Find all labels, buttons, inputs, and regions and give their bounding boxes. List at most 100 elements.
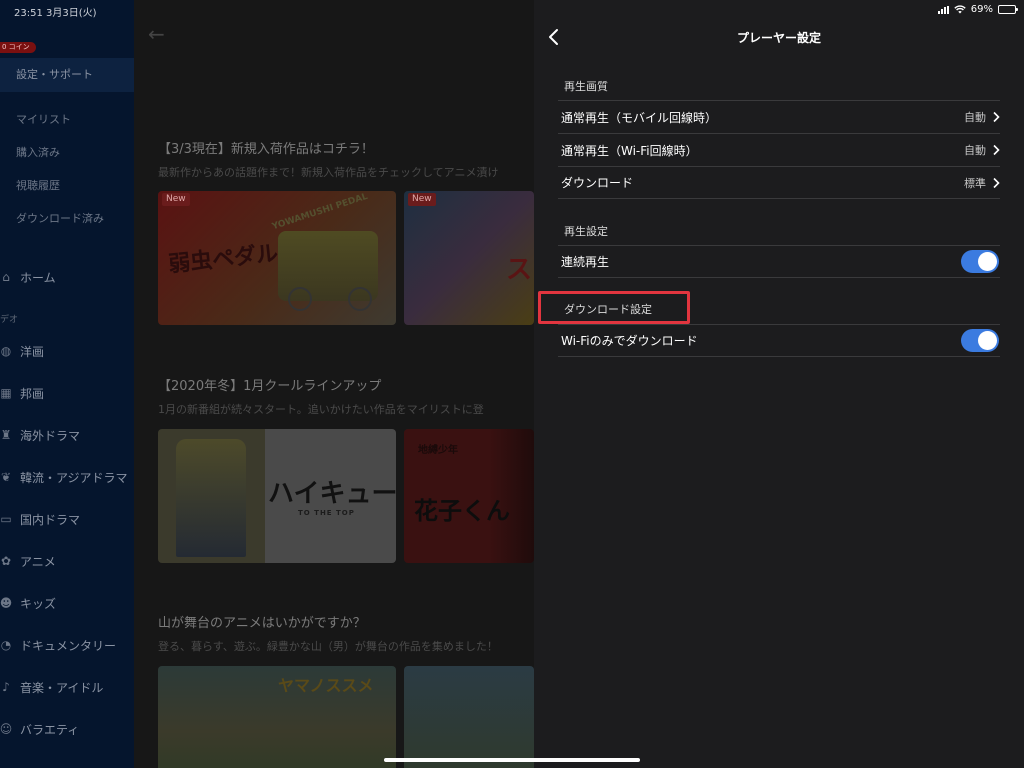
sidebar-item-label: キッズ: [20, 596, 57, 611]
thumbnail-title: 弱虫ペダル: [167, 241, 280, 278]
row-label: 通常再生（Wi-Fi回線時）: [561, 143, 698, 158]
anime-icon: ✿: [0, 554, 12, 568]
bicycle-wheel: [288, 287, 312, 311]
tv-icon: ▭: [0, 512, 12, 526]
sidebar-item-label: 国内ドラマ: [20, 512, 81, 527]
row-value: 自動: [964, 111, 986, 124]
back-arrow-icon[interactable]: ←: [148, 22, 165, 46]
group-label-playback-settings: 再生設定: [564, 225, 608, 238]
section-desc: 1月の新番組が続々スタート。追いかけたい作品をマイリストに登: [158, 403, 484, 416]
section-desc: 登る、暮らす、遊ぶ。緑豊かな山（男）が舞台の作品を集めました！: [158, 640, 498, 653]
setting-row-wifi-only-download: Wi-Fiのみでダウンロード: [558, 324, 1000, 357]
panel-title: プレーヤー設定: [736, 31, 821, 45]
home-icon: ⌂: [2, 270, 10, 284]
toggle-knob: [978, 252, 997, 271]
variety-icon: ☺: [0, 722, 13, 736]
battery-percent: 69%: [970, 4, 993, 15]
chevron-right-icon: [993, 111, 1000, 123]
main-content: ← 【3/3現在】新規入荷作品はコチラ！ 最新作からあの話題作まで！新規入荷作品…: [134, 0, 534, 768]
sidebar-item-kids[interactable]: ☻ キッズ: [0, 588, 134, 618]
sidebar: 23:51 3月3日(火) 0 コイン 設定・サポート マイリスト 購入済み 視…: [0, 0, 134, 768]
cellular-signal-icon: [937, 5, 949, 14]
setting-row-wifi-quality[interactable]: 通常再生（Wi-Fi回線時） 自動: [558, 133, 1000, 166]
row-value: 標準: [964, 176, 986, 190]
sidebar-item-label: 邦画: [20, 386, 45, 401]
thumbnail-card[interactable]: ヤマノススメ: [158, 666, 396, 768]
character-art: [176, 439, 246, 557]
documentary-icon: ◔: [0, 638, 12, 652]
sidebar-item-label: 音楽・アイドル: [20, 680, 104, 695]
sidebar-item-label: ホーム: [20, 270, 56, 285]
chevron-right-icon: [993, 144, 1000, 156]
toggle-knob: [978, 331, 997, 350]
bicycle-wheel: [348, 287, 372, 311]
sidebar-item-purchased[interactable]: 購入済み: [16, 144, 60, 160]
sidebar-item-japanese-movies[interactable]: ▦ 邦画: [0, 378, 134, 408]
sidebar-item-label: 韓流・アジアドラマ: [20, 470, 128, 485]
thumbnail-card[interactable]: New ス: [404, 191, 534, 325]
row-label: Wi-Fiのみでダウンロード: [561, 334, 698, 348]
setting-row-autoplay: 連続再生: [558, 245, 1000, 278]
sidebar-item-label: 洋画: [20, 344, 45, 359]
home-indicator[interactable]: [384, 758, 640, 762]
row-label: ダウンロード: [561, 176, 634, 190]
row-value: 自動: [964, 144, 986, 157]
kids-icon: ☻: [0, 596, 13, 610]
sidebar-item-label: 海外ドラマ: [20, 428, 81, 443]
group-label-playback-quality: 再生画質: [564, 80, 608, 93]
status-time-date: 23:51 3月3日(火): [14, 8, 97, 19]
section-title: 山が舞台のアニメはいかがですか？: [158, 616, 366, 631]
sidebar-item-domestic-drama[interactable]: ▭ 国内ドラマ: [0, 504, 134, 534]
sidebar-item-music-idol[interactable]: ♪ 音楽・アイドル: [0, 672, 134, 702]
status-bar-right: 69%: [937, 4, 1018, 15]
thumbnail-subtitle: 地縛少年: [418, 445, 458, 456]
row-label: 連続再生: [561, 255, 610, 269]
music-icon: ♪: [2, 680, 10, 694]
chevron-right-icon: [993, 177, 1000, 188]
film-icon: ▦: [0, 386, 12, 400]
thumbnail-title: 花子くん: [414, 497, 510, 525]
sidebar-item-home[interactable]: ⌂ ホーム: [0, 262, 134, 292]
screen: 23:51 3月3日(火) 0 コイン 設定・サポート マイリスト 購入済み 視…: [0, 0, 1024, 768]
thumbnail-card[interactable]: 地縛少年 花子くん: [404, 429, 534, 563]
thumbnail-card[interactable]: ハイキュー!! TO THE TOP: [158, 429, 396, 563]
wifi-only-download-toggle[interactable]: [961, 329, 999, 352]
sidebar-item-history[interactable]: 視聴履歴: [16, 177, 60, 193]
thumbnail-card[interactable]: New 弱虫ペダル YOWAMUSHI PEDAL: [158, 191, 396, 325]
autoplay-toggle[interactable]: [961, 250, 999, 273]
setting-row-download-quality[interactable]: ダウンロード 標準: [558, 166, 1000, 199]
coin-badge: 0 コイン: [0, 42, 36, 53]
globe-icon: ◍: [0, 344, 12, 358]
sidebar-item-western-movies[interactable]: ◍ 洋画: [0, 336, 134, 366]
new-badge: New: [408, 193, 436, 206]
battery-icon: [998, 5, 1018, 14]
tower-icon: ♜: [0, 428, 12, 442]
section-title: 【3/3現在】新規入荷作品はコチラ！: [158, 142, 374, 157]
player-settings-panel: 69% プレーヤー設定 再生画質 通常再生（モバイル回線時） 自動 通常再生（W…: [534, 0, 1024, 768]
thumbnail-title: ス: [506, 255, 533, 285]
highlight-box: [538, 291, 690, 324]
wifi-icon: [954, 5, 966, 14]
thumbnail-subtitle: TO THE TOP: [298, 509, 355, 517]
sidebar-item-anime[interactable]: ✿ アニメ: [0, 546, 134, 576]
sidebar-item-variety[interactable]: ☺ バラエティ: [0, 714, 134, 744]
sidebar-item-settings-support[interactable]: 設定・サポート: [0, 58, 134, 92]
thumbnail-card[interactable]: [404, 666, 534, 768]
sidebar-item-downloaded[interactable]: ダウンロード済み: [16, 210, 104, 226]
sidebar-item-label: アニメ: [20, 554, 56, 569]
section-title: 【2020年冬】1月クールラインアップ: [158, 379, 382, 394]
thumbnail-title: ハイキュー!!: [268, 479, 396, 509]
fan-icon: ❦: [0, 470, 12, 484]
sidebar-item-label: ドキュメンタリー: [20, 638, 117, 653]
sidebar-category-label: デオ: [0, 315, 19, 325]
section-desc: 最新作からあの話題作まで！新規入荷作品をチェックしてアニメ漬け: [158, 166, 499, 179]
thumbnail-title: ヤマノススメ: [278, 676, 374, 695]
sidebar-item-korean-asian-drama[interactable]: ❦ 韓流・アジアドラマ: [0, 462, 134, 492]
sidebar-item-mylist[interactable]: マイリスト: [16, 111, 71, 127]
sidebar-item-label: バラエティ: [20, 722, 80, 737]
setting-row-mobile-quality[interactable]: 通常再生（モバイル回線時） 自動: [558, 100, 1000, 133]
sidebar-item-documentary[interactable]: ◔ ドキュメンタリー: [0, 630, 134, 660]
row-label: 通常再生（モバイル回線時）: [561, 110, 718, 125]
thumbnail-subtitle: YOWAMUSHI PEDAL: [270, 191, 370, 233]
sidebar-item-foreign-drama[interactable]: ♜ 海外ドラマ: [0, 420, 134, 450]
